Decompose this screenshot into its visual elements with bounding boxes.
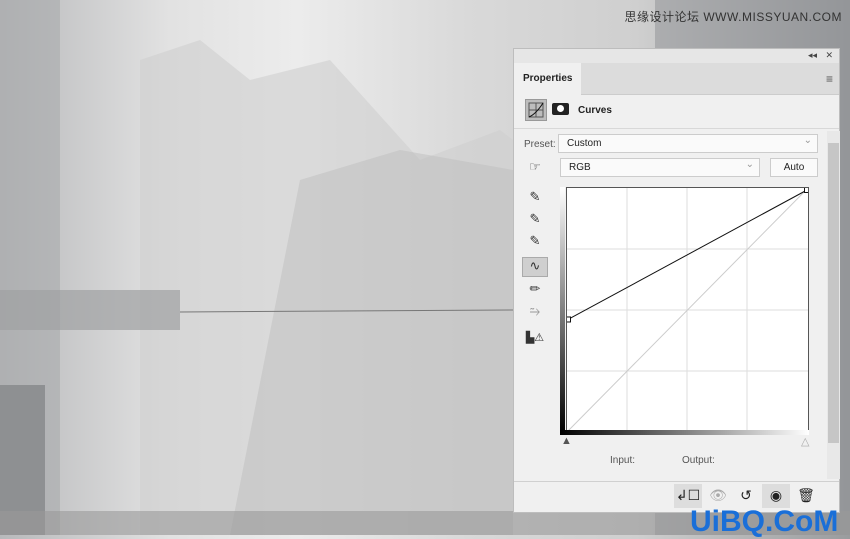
- gray-eyedropper-icon[interactable]: ✎: [522, 211, 548, 231]
- curve-point[interactable]: [565, 316, 571, 323]
- preset-select[interactable]: Custom: [558, 134, 818, 153]
- curve-points-icon[interactable]: ∿: [522, 257, 548, 277]
- tab-properties[interactable]: Properties: [514, 63, 581, 95]
- watermark-bottom: UiBQ.CoM: [690, 505, 839, 538]
- clipping-warning-icon[interactable]: ▙⚠: [522, 331, 548, 351]
- collapse-button[interactable]: ◂◂: [808, 50, 817, 61]
- white-eyedropper-icon[interactable]: ✎: [522, 233, 548, 253]
- hamburger-icon[interactable]: ≡: [826, 72, 833, 86]
- white-point-slider[interactable]: △: [801, 435, 809, 448]
- channel-select[interactable]: RGB: [560, 158, 760, 177]
- mask-icon[interactable]: [552, 103, 569, 115]
- output-gradient-bar: [560, 187, 565, 433]
- curve-point[interactable]: [804, 187, 810, 193]
- properties-panel: ◂◂ ✕ Properties ≡ Curves Preset: Custom ☞…: [513, 48, 840, 513]
- scrollbar[interactable]: [827, 131, 840, 479]
- black-eyedropper-icon[interactable]: ✎: [522, 189, 548, 209]
- watermark-top: 思缘设计论坛 WWW.MISSYUAN.COM: [624, 10, 842, 24]
- finger-adjust-icon[interactable]: ☞: [522, 159, 548, 179]
- preset-label: Preset:: [524, 139, 556, 150]
- smooth-icon[interactable]: ⥲: [522, 303, 548, 323]
- adjustment-title: Curves: [578, 105, 612, 116]
- curves-adjustment-icon[interactable]: [525, 99, 547, 121]
- input-label: Input:: [610, 455, 636, 466]
- black-point-slider[interactable]: ▲: [561, 435, 572, 447]
- output-label: Output:: [682, 455, 715, 466]
- curves-graph[interactable]: [565, 187, 810, 433]
- close-button[interactable]: ✕: [825, 50, 833, 61]
- input-gradient-bar: [560, 430, 809, 435]
- pencil-icon[interactable]: ✏: [522, 281, 548, 301]
- auto-button[interactable]: Auto: [770, 158, 818, 177]
